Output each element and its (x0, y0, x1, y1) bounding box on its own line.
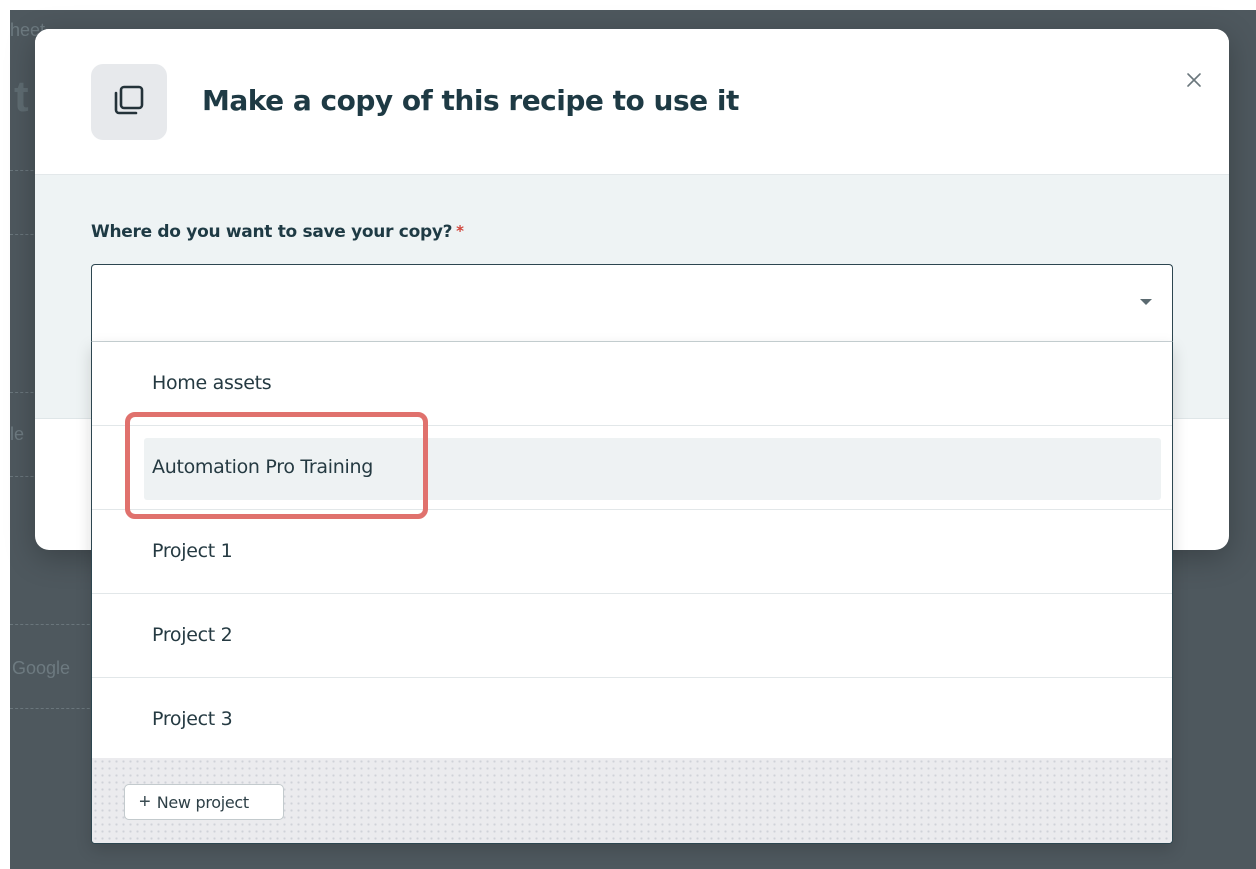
option-project-3[interactable]: Project 3 (92, 678, 1172, 762)
option-label: Project 3 (152, 708, 233, 730)
save-location-select[interactable] (91, 264, 1173, 342)
close-icon (1185, 71, 1203, 94)
bg-divider (10, 708, 100, 709)
bg-label-fragment: le (10, 424, 25, 444)
option-home-assets[interactable]: Home assets (92, 342, 1172, 426)
close-button[interactable] (1181, 69, 1207, 95)
save-location-label-text: Where do you want to save your copy? (91, 222, 453, 242)
option-label: Project 2 (152, 624, 233, 646)
save-location-dropdown: Home assets Automation Pro Training Proj… (91, 342, 1173, 844)
save-location-label: Where do you want to save your copy? * (91, 222, 464, 242)
option-automation-pro-training[interactable]: Automation Pro Training (92, 426, 1172, 510)
caret-down-icon (1140, 299, 1152, 305)
modal-title: Make a copy of this recipe to use it (202, 84, 739, 117)
new-project-label: New project (156, 792, 250, 812)
option-project-2[interactable]: Project 2 (92, 594, 1172, 678)
bg-title-fragment: t (14, 72, 29, 121)
option-label: Project 1 (152, 540, 233, 562)
plus-icon: + (139, 791, 151, 813)
copy-icon (110, 81, 148, 124)
bg-divider (10, 624, 100, 625)
bg-link-fragment: Google (12, 658, 71, 678)
option-label: Home assets (152, 372, 272, 394)
required-marker: * (456, 222, 464, 240)
dropdown-footer: + New project (92, 758, 1172, 843)
new-project-button[interactable]: + New project (124, 784, 284, 820)
copy-icon-tile (91, 64, 167, 140)
modal-header: Make a copy of this recipe to use it (35, 29, 1229, 175)
option-project-1[interactable]: Project 1 (92, 510, 1172, 594)
option-label: Automation Pro Training (152, 456, 373, 478)
